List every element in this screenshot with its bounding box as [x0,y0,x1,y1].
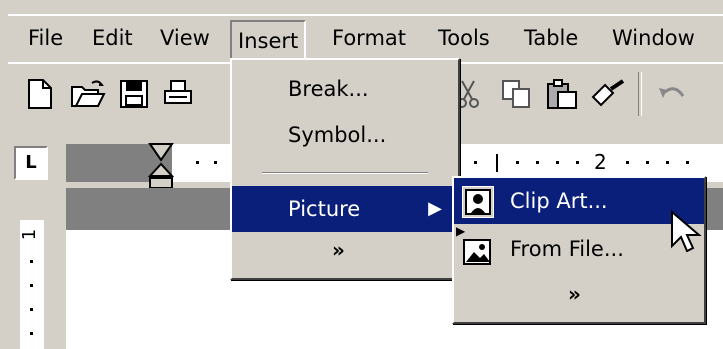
menu-item-picture-label: Picture [288,197,361,221]
menu-file-label: File [28,26,64,50]
menu-item-clip-art[interactable]: Clip Art... [454,178,704,224]
undo-icon[interactable] [652,74,692,114]
from-file-icon [462,236,492,282]
menu-bar: File Edit View Insert Format Tools Table… [8,14,723,62]
menu-edit-label: Edit [92,26,133,50]
ruler-tick-label: 2 [594,150,607,174]
mouse-cursor-icon [670,209,704,258]
menu-item-from-file[interactable]: From File... [454,226,704,272]
menu-view[interactable]: View [154,16,216,60]
vruler-tick-label: 1 [19,228,41,241]
open-folder-icon[interactable] [68,74,108,114]
menu-window-label: Window [612,26,695,50]
print-icon[interactable] [158,74,198,114]
menu-item-symbol-label: Symbol... [288,123,387,147]
menu-separator [262,172,428,174]
indent-marker-icon[interactable] [147,142,175,194]
menu-item-from-file-label: From File... [510,237,624,261]
insert-menu: Break... Symbol... Picture ▶ » [230,58,460,280]
format-painter-icon[interactable] [588,74,628,114]
menu-table-label: Table [524,26,579,50]
menu-table[interactable]: Table [518,16,584,60]
menu-edit[interactable]: Edit [86,16,139,60]
menu-tools[interactable]: Tools [432,16,496,60]
menu-view-label: View [160,26,210,50]
expand-submenu-icon[interactable]: » [568,282,581,306]
clip-art-icon [462,186,494,218]
menu-insert[interactable]: Insert [230,20,307,62]
paste-icon[interactable] [542,74,582,114]
new-document-icon[interactable] [20,74,60,114]
menu-item-break-label: Break... [288,77,369,101]
menu-file[interactable]: File [22,16,69,60]
copy-icon[interactable] [496,74,536,114]
menu-item-break[interactable]: Break... [232,66,458,112]
menu-item-clip-art-label: Clip Art... [510,189,608,213]
menu-format-label: Format [332,26,407,50]
menu-item-picture[interactable]: Picture ▶ [232,186,458,232]
picture-submenu: Clip Art... From File... » ▶ [452,176,706,324]
tab-selector-button[interactable]: L [14,146,48,180]
menu-window[interactable]: Window [606,16,701,60]
save-icon[interactable] [114,74,154,114]
submenu-arrow-icon: ▶ [428,198,442,219]
toolbar-separator [638,72,642,116]
vertical-ruler[interactable]: 1 [19,220,44,349]
menu-item-symbol[interactable]: Symbol... [232,112,458,158]
menu-tools-label: Tools [438,26,490,50]
expand-menu-icon[interactable]: » [332,238,345,262]
pointer-triangle-icon: ▶ [456,224,466,238]
menu-insert-label: Insert [238,29,299,53]
menu-format[interactable]: Format [326,16,412,60]
